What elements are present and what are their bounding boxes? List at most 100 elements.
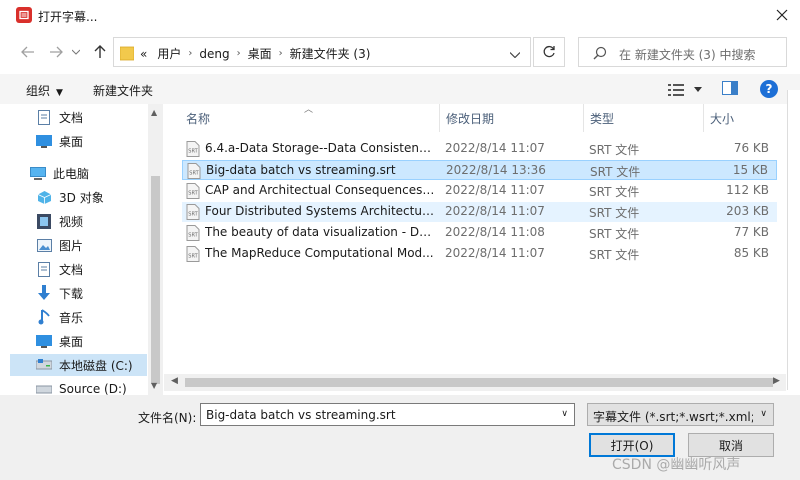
srt-file-icon: SRT [186, 204, 200, 220]
breadcrumb-current[interactable]: 新建文件夹 (3) [290, 45, 371, 62]
srt-file-icon: SRT [186, 183, 200, 199]
navigation-scrollbar[interactable]: ▲ ▼ [148, 104, 163, 395]
close-button[interactable] [764, 0, 800, 30]
breadcrumb-users[interactable]: 用户 [157, 45, 181, 62]
sidebar-item-downloads[interactable]: 下载 [36, 282, 147, 304]
file-date: 2022/8/14 11:08 [445, 225, 545, 239]
file-type-filter[interactable]: 字幕文件 (*.srt;*.wsrt;*.xml;*.t ∨ [587, 403, 774, 426]
up-button[interactable] [90, 42, 110, 62]
filename-label: 文件名(N): [138, 411, 197, 425]
srt-file-icon: SRT [186, 141, 200, 157]
column-divider[interactable] [439, 104, 440, 132]
file-size: 77 KB [733, 225, 769, 239]
preview-pane-button[interactable] [722, 81, 738, 98]
new-folder-button[interactable]: 新建文件夹 [93, 82, 153, 99]
column-header-type[interactable]: 类型 [590, 104, 614, 132]
file-date: 2022/8/14 13:36 [446, 163, 546, 177]
sort-ascending-icon: ︿ [304, 105, 314, 115]
filename-value: Big-data batch vs streaming.srt [206, 408, 396, 422]
search-placeholder: 在 新建文件夹 (3) 中搜索 [619, 48, 756, 62]
file-name: CAP and Architectual Consequences ... [205, 183, 437, 197]
app-icon [16, 7, 32, 23]
horizontal-scrollbar[interactable]: ◀ ▶ [164, 374, 786, 391]
file-date: 2022/8/14 11:07 [445, 246, 545, 260]
file-row[interactable]: SRT The beauty of data visualization - D… [182, 223, 777, 243]
back-button[interactable] [18, 42, 38, 62]
refresh-button[interactable] [533, 37, 565, 67]
breadcrumb-desktop[interactable]: 桌面 [248, 45, 272, 62]
music-icon [36, 309, 52, 325]
breadcrumb-separator: › [188, 48, 193, 59]
breadcrumb-separator: › [236, 48, 241, 59]
breadcrumb-deng[interactable]: deng [199, 47, 229, 61]
sidebar-item-3d-objects[interactable]: 3D 对象 [36, 186, 147, 208]
file-row-hovered[interactable]: SRT Four Distributed Systems Architectur… [182, 202, 777, 222]
caret-down-icon: ▼ [56, 88, 63, 98]
chevron-down-icon[interactable]: ∨ [561, 409, 568, 419]
file-date: 2022/8/14 11:07 [445, 204, 545, 218]
sidebar-item-label: 音乐 [59, 310, 84, 325]
address-dropdown[interactable] [509, 47, 526, 59]
column-divider[interactable] [583, 104, 584, 132]
help-button[interactable]: ? [760, 80, 778, 98]
window-title: 打开字幕... [38, 10, 98, 24]
sidebar-item-pictures[interactable]: 图片 [36, 234, 147, 256]
filename-input[interactable]: Big-data batch vs streaming.srt ∨ [200, 403, 575, 426]
scroll-left-icon[interactable]: ◀ [171, 376, 178, 386]
svg-text:SRT: SRT [188, 191, 198, 197]
scroll-right-icon[interactable]: ▶ [773, 376, 780, 386]
view-options-button[interactable] [668, 83, 702, 97]
organize-menu[interactable]: 组织 ▼ [26, 82, 63, 99]
srt-file-icon: SRT [186, 225, 200, 241]
arrow-up-icon [94, 45, 106, 58]
file-row[interactable]: SRT 6.4.a-Data Storage--Data Consistency… [182, 139, 777, 159]
sidebar-item-desktop-2[interactable]: 桌面 [36, 330, 147, 352]
file-row-selected[interactable]: SRT Big-data batch vs streaming.srt 2022… [182, 160, 777, 180]
sidebar-item-music[interactable]: 音乐 [36, 306, 147, 328]
scroll-down-icon[interactable]: ▼ [151, 381, 157, 390]
sidebar-item-this-pc[interactable]: 此电脑 [30, 162, 147, 184]
document-icon [36, 109, 52, 125]
breadcrumb-overflow[interactable]: « [140, 47, 147, 61]
watermark: CSDN @幽幽听风声 [612, 457, 741, 473]
chevron-down-icon [509, 52, 521, 59]
arrow-left-icon [21, 46, 34, 58]
sidebar-item-label: 下载 [59, 286, 84, 301]
column-header-name[interactable]: 名称 [186, 104, 210, 132]
file-date: 2022/8/14 11:07 [445, 141, 545, 155]
address-bar[interactable]: « 用户 › deng › 桌面 › 新建文件夹 (3) [113, 37, 531, 67]
file-type: SRT 文件 [589, 206, 640, 220]
sidebar-item-label: 文档 [59, 262, 84, 277]
recent-dropdown[interactable] [70, 42, 82, 62]
file-type: SRT 文件 [589, 185, 640, 199]
sidebar-item-desktop[interactable]: 桌面 [36, 130, 147, 152]
file-size: 76 KB [733, 141, 769, 155]
sidebar-item-label: 本地磁盘 (C:) [59, 358, 133, 373]
filter-value: 字幕文件 (*.srt;*.wsrt;*.xml;*.t [593, 410, 753, 424]
scrollbar-thumb[interactable] [185, 378, 773, 387]
file-size: 15 KB [732, 163, 768, 177]
scrollbar-thumb[interactable] [151, 176, 160, 384]
scroll-up-icon[interactable]: ▲ [151, 108, 157, 117]
sidebar-item-local-disk-c[interactable]: 本地磁盘 (C:) [10, 354, 147, 376]
sidebar-item-label: 文档 [59, 110, 84, 125]
column-header-size[interactable]: 大小 [710, 104, 734, 132]
file-size: 85 KB [733, 246, 769, 260]
file-row[interactable]: SRT CAP and Architectual Consequences ..… [182, 181, 777, 201]
sidebar-item-documents-2[interactable]: 文档 [36, 258, 147, 280]
download-icon [36, 285, 52, 301]
sidebar-item-documents[interactable]: 文档 [36, 106, 147, 128]
sidebar-item-label: 桌面 [59, 334, 84, 349]
close-icon [776, 9, 788, 21]
picture-icon [36, 237, 52, 253]
list-view-icon [668, 83, 684, 96]
sidebar-item-videos[interactable]: 视频 [36, 210, 147, 232]
search-field[interactable]: 在 新建文件夹 (3) 中搜索 [578, 37, 787, 67]
sidebar-item-source-d[interactable]: Source (D:) [36, 378, 147, 395]
file-row[interactable]: SRT The MapReduce Computational Mod... 2… [182, 244, 777, 264]
command-bar: 组织 ▼ 新建文件夹 ? [0, 74, 800, 104]
column-header-date[interactable]: 修改日期 [446, 104, 494, 132]
forward-button[interactable] [46, 42, 66, 62]
file-size: 112 KB [726, 183, 769, 197]
column-divider[interactable] [703, 104, 704, 132]
